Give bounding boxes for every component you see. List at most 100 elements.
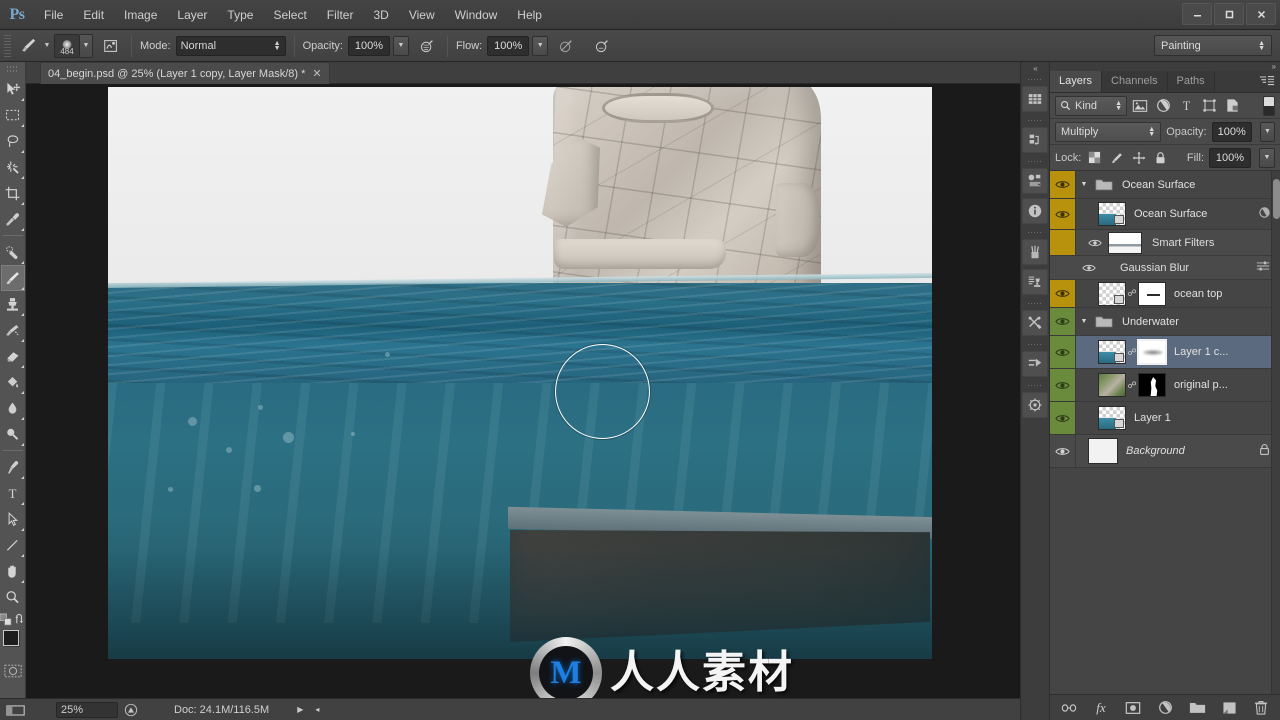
menu-window[interactable]: Window — [445, 0, 508, 30]
layer-row-original-photo[interactable]: ☍ original p... — [1050, 369, 1280, 402]
gradient-tool[interactable] — [1, 369, 25, 395]
close-button[interactable] — [1246, 3, 1276, 25]
layer-opacity-dropdown[interactable]: ▼ — [1259, 121, 1275, 142]
tool-presets-panel-button[interactable] — [1022, 310, 1048, 336]
document-tab[interactable]: 04_begin.psd @ 25% (Layer 1 copy, Layer … — [40, 62, 330, 84]
menu-view[interactable]: View — [399, 0, 445, 30]
menu-filter[interactable]: Filter — [317, 0, 364, 30]
tab-layers[interactable]: Layers — [1050, 71, 1103, 92]
dock-group-grip-7[interactable] — [1028, 385, 1042, 390]
lock-transparent-pixels-button[interactable] — [1086, 149, 1103, 167]
options-bar-grip[interactable] — [4, 34, 11, 57]
artboard[interactable] — [108, 87, 932, 659]
layer-row-background[interactable]: Background — [1050, 435, 1280, 468]
layer-name[interactable]: Underwater — [1122, 316, 1179, 328]
lock-all-button[interactable] — [1152, 149, 1169, 167]
blend-mode-select[interactable]: Normal ▲ ▼ — [175, 35, 286, 56]
layer-visibility-toggle[interactable] — [1050, 336, 1076, 368]
group-disclosure-triangle[interactable]: ▼ — [1076, 181, 1092, 188]
swap-colors-icon[interactable] — [14, 613, 27, 626]
menu-3d[interactable]: 3D — [363, 0, 398, 30]
layer-style-button[interactable]: fx — [1093, 699, 1110, 717]
link-layers-button[interactable] — [1061, 699, 1078, 717]
layer-fill-dropdown[interactable]: ▼ — [1259, 147, 1275, 168]
layer-visibility-toggle[interactable] — [1050, 280, 1076, 307]
menu-help[interactable]: Help — [507, 0, 552, 30]
filter-blending-options-button[interactable] — [1256, 260, 1270, 275]
layer-visibility-toggle[interactable] — [1050, 435, 1076, 467]
spot-healing-brush-tool[interactable] — [1, 239, 25, 265]
default-colors-icon[interactable] — [0, 613, 12, 626]
layer-name[interactable]: ocean top — [1174, 288, 1222, 300]
quick-mask-button[interactable] — [3, 664, 22, 678]
dock-collapse-button[interactable]: « — [1020, 62, 1050, 75]
tools-panel-grip[interactable] — [6, 66, 19, 73]
layer-visibility-toggle[interactable] — [1050, 402, 1076, 434]
filter-pixel-layers-button[interactable] — [1130, 96, 1150, 116]
layer-row-ocean-surface-smart-object[interactable]: Ocean Surface — [1050, 199, 1280, 230]
layer-visibility-toggle[interactable] — [1050, 308, 1076, 335]
new-group-button[interactable] — [1189, 699, 1206, 717]
line-tool[interactable] — [1, 532, 25, 558]
layer-row-layer-1-copy[interactable]: ☍ Layer 1 c... — [1050, 336, 1280, 369]
layer-row-smart-filters[interactable]: Smart Filters — [1050, 230, 1280, 256]
filter-shape-layers-button[interactable] — [1199, 96, 1219, 116]
mask-link-icon[interactable]: ☍ — [1126, 288, 1138, 299]
opacity-dropdown-button[interactable]: ▼ — [392, 35, 409, 56]
add-layer-mask-button[interactable] — [1125, 699, 1142, 717]
eyedropper-tool[interactable] — [1, 206, 25, 232]
history-panel-button[interactable] — [1022, 127, 1048, 153]
layer-list-scrollbar[interactable] — [1271, 171, 1280, 694]
tab-paths[interactable]: Paths — [1167, 71, 1215, 92]
layer-thumbnail[interactable] — [1098, 373, 1126, 397]
mini-bridge-panel-button[interactable] — [1022, 86, 1048, 112]
panel-collapse-icon[interactable]: » — [1272, 62, 1276, 71]
panel-menu-button[interactable] — [1259, 75, 1275, 87]
dock-group-grip-5[interactable] — [1028, 303, 1042, 308]
menu-select[interactable]: Select — [263, 0, 316, 30]
menu-type[interactable]: Type — [217, 0, 263, 30]
document-preview-icon[interactable] — [118, 703, 144, 717]
layer-fill-input[interactable]: 100% — [1209, 147, 1251, 168]
menu-edit[interactable]: Edit — [73, 0, 114, 30]
layer-thumbnail[interactable] — [1098, 340, 1126, 364]
layer-opacity-input[interactable]: 100% — [1211, 121, 1252, 142]
info-panel-button[interactable] — [1022, 198, 1048, 224]
foreground-color-swatch[interactable] — [2, 630, 19, 646]
dock-group-grip-2[interactable] — [1028, 120, 1042, 125]
opacity-pressure-button[interactable] — [415, 34, 439, 58]
dock-group-grip-4[interactable] — [1028, 232, 1042, 237]
dodge-tool[interactable] — [1, 421, 25, 447]
layer-visibility-toggle[interactable] — [1050, 369, 1076, 401]
filter-name[interactable]: Gaussian Blur — [1120, 262, 1189, 274]
filter-smart-object-layers-button[interactable] — [1222, 96, 1242, 116]
airbrush-button[interactable] — [554, 34, 578, 58]
lock-position-button[interactable] — [1130, 149, 1147, 167]
smart-filters-visibility-toggle[interactable] — [1050, 230, 1076, 255]
smart-filters-mask-thumbnail[interactable] — [1108, 231, 1142, 254]
minimize-button[interactable] — [1182, 3, 1212, 25]
mask-link-icon[interactable]: ☍ — [1126, 380, 1138, 391]
layer-name[interactable]: original p... — [1174, 379, 1228, 391]
menu-file[interactable]: File — [34, 0, 73, 30]
menu-layer[interactable]: Layer — [167, 0, 217, 30]
dock-group-grip-6[interactable] — [1028, 344, 1042, 349]
move-tool[interactable] — [1, 76, 25, 102]
eye-icon[interactable] — [1088, 238, 1102, 248]
gaussian-blur-visibility-toggle[interactable] — [1076, 263, 1102, 273]
screen-mode-icon[interactable] — [6, 703, 26, 717]
flow-input[interactable]: 100% — [487, 35, 530, 56]
filter-adjustment-layers-button[interactable] — [1153, 96, 1173, 116]
layer-row-ocean-surface-group[interactable]: ▼ Ocean Surface — [1050, 171, 1280, 199]
layer-visibility-toggle[interactable] — [1050, 199, 1076, 229]
layer-list-scroll-thumb[interactable] — [1273, 179, 1280, 219]
lasso-tool[interactable] — [1, 128, 25, 154]
brush-preset-picker-caret[interactable]: ▼ — [80, 33, 93, 58]
layer-row-gaussian-blur[interactable]: Gaussian Blur — [1050, 256, 1280, 280]
toggle-brush-panel-button[interactable] — [99, 34, 123, 58]
layer-blend-mode-select[interactable]: Multiply ▲ ▼ — [1055, 121, 1162, 142]
new-adjustment-layer-button[interactable] — [1157, 699, 1174, 717]
status-left-arrow[interactable]: ◂ — [315, 705, 319, 714]
layer-name[interactable]: Ocean Surface — [1122, 179, 1195, 191]
layer-name[interactable]: Layer 1 — [1134, 412, 1171, 424]
